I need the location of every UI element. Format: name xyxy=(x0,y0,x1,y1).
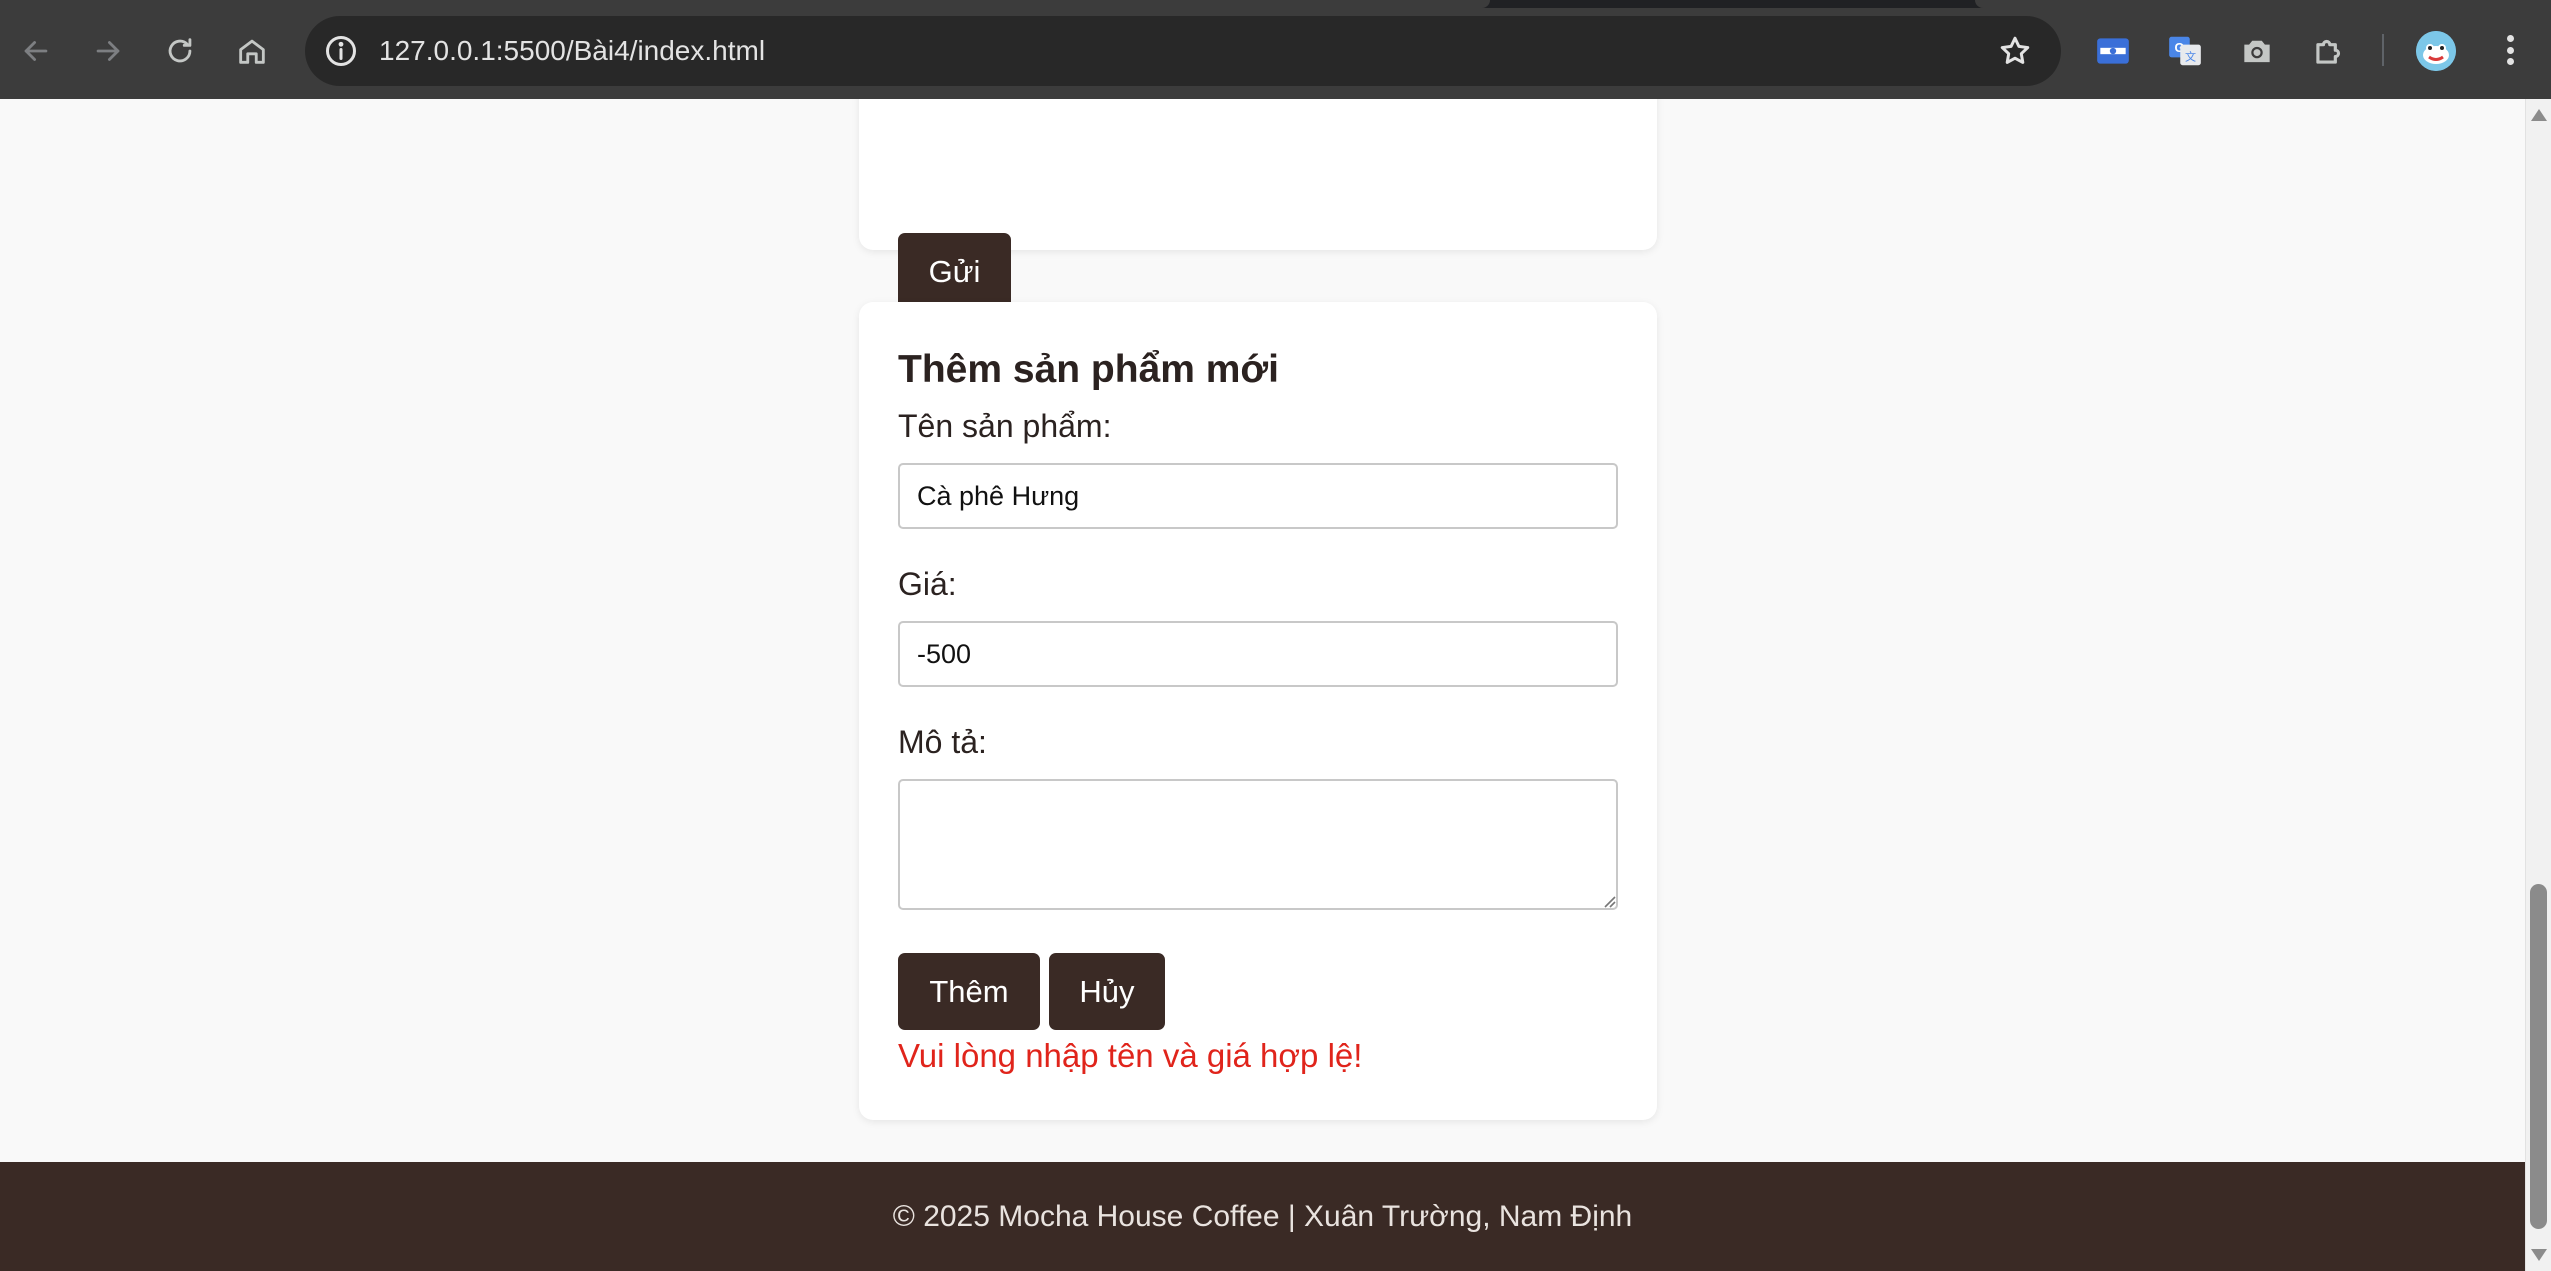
footer-text: © 2025 Mocha House Coffee | Xuân Trường,… xyxy=(892,1199,1633,1233)
price-label: Giá: xyxy=(898,566,957,602)
scroll-up-arrow-icon[interactable] xyxy=(2531,109,2547,121)
browser-toolbar: 127.0.0.1:5500/Bài4/index.html G文 xyxy=(0,0,2551,99)
description-textarea[interactable] xyxy=(898,779,1618,910)
scroll-thumb[interactable] xyxy=(2530,884,2547,1229)
scroll-down-arrow-icon[interactable] xyxy=(2531,1249,2547,1261)
puzzle-icon xyxy=(2316,39,2341,64)
browser-menu-button[interactable] xyxy=(2490,28,2530,72)
active-tab[interactable] xyxy=(0,0,1490,8)
tab-strip xyxy=(0,0,2551,8)
price-input[interactable] xyxy=(898,621,1618,687)
resize-grip-icon[interactable] xyxy=(1600,892,1616,908)
svg-text:文: 文 xyxy=(2185,50,2196,64)
add-product-card: Thêm sản phẩm mới Tên sản phẩm: Giá: Mô … xyxy=(859,302,1657,1120)
avatar-icon xyxy=(2416,31,2456,71)
kebab-menu-icon xyxy=(2506,35,2514,42)
inactive-tab[interactable] xyxy=(1975,0,2551,8)
toolbar-separator xyxy=(2382,34,2384,66)
add-product-button[interactable]: Thêm xyxy=(898,953,1040,1030)
submit-button[interactable]: Gửi xyxy=(898,233,1011,310)
page-viewport: Gửi Thêm sản phẩm mới Tên sản phẩm: Giá:… xyxy=(0,99,2525,1271)
reload-icon xyxy=(168,38,192,63)
extensions-button[interactable] xyxy=(2308,30,2350,72)
page-scrollbar[interactable] xyxy=(2525,99,2551,1271)
url-text[interactable]: 127.0.0.1:5500/Bài4/index.html xyxy=(379,16,765,86)
info-icon[interactable] xyxy=(323,33,359,69)
card-extension-button[interactable] xyxy=(2092,30,2134,72)
profile-avatar[interactable] xyxy=(2416,31,2456,71)
back-button[interactable] xyxy=(11,26,61,76)
translate-icon: G文 xyxy=(2169,36,2201,66)
product-name-input[interactable] xyxy=(898,463,1618,529)
form-title: Thêm sản phẩm mới xyxy=(898,348,1279,391)
translate-extension-button[interactable]: G文 xyxy=(2164,30,2206,72)
star-icon[interactable] xyxy=(1997,33,2033,69)
arrow-left-icon xyxy=(24,41,48,61)
screenshot-extension-button[interactable] xyxy=(2236,30,2278,72)
card-extension-icon xyxy=(2097,38,2129,64)
forward-button[interactable] xyxy=(83,26,133,76)
reload-button[interactable] xyxy=(155,26,205,76)
camera-icon xyxy=(2244,40,2270,63)
arrow-right-icon xyxy=(96,41,120,61)
kebab-menu-icon xyxy=(2506,46,2514,54)
kebab-menu-icon xyxy=(2506,58,2514,65)
site-footer: © 2025 Mocha House Coffee | Xuân Trường,… xyxy=(0,1162,2525,1271)
cancel-button[interactable]: Hủy xyxy=(1049,953,1165,1030)
description-label: Mô tả: xyxy=(898,724,987,760)
home-button[interactable] xyxy=(227,26,277,76)
home-icon xyxy=(239,39,265,64)
contact-form-card: Gửi xyxy=(859,99,1657,310)
address-bar[interactable]: 127.0.0.1:5500/Bài4/index.html xyxy=(305,16,2061,86)
validation-error-message: Vui lòng nhập tên và giá hợp lệ! xyxy=(898,1037,1363,1074)
product-name-label: Tên sản phẩm: xyxy=(898,408,1112,444)
